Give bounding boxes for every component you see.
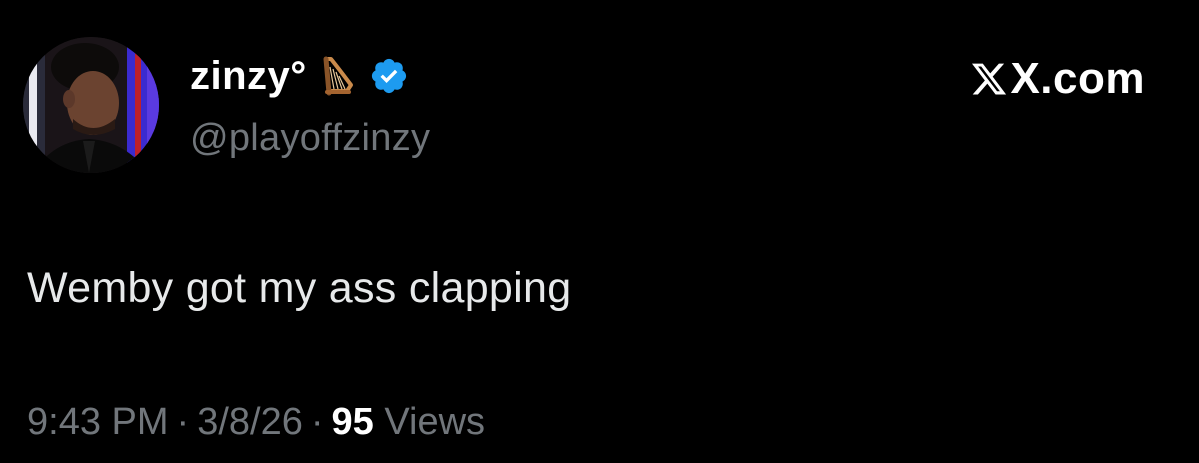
author-name-row: zinzy° [190,53,409,99]
avatar-photo [23,37,159,173]
x-logo-icon [970,60,1008,98]
brand-domain: X.com [1010,54,1145,103]
brand-watermark: X.com [970,54,1145,104]
views-label: Views [384,401,486,443]
author-handle[interactable]: @playoffzinzy [190,115,430,161]
meta-separator: · [310,401,324,443]
tweet-meta: 9:43 PM · 3/8/26 · 95 Views [27,398,485,446]
verified-badge-icon [369,56,409,96]
meta-separator: · [176,401,190,443]
tweet-time[interactable]: 9:43 PM [27,401,169,443]
tweet-date[interactable]: 3/8/26 [197,401,303,443]
harp-icon [321,55,355,97]
display-name[interactable]: zinzy° [190,53,307,99]
tweet-text: Wemby got my ass clapping [27,264,572,312]
views-count: 95 [331,401,374,443]
avatar[interactable] [23,37,159,173]
